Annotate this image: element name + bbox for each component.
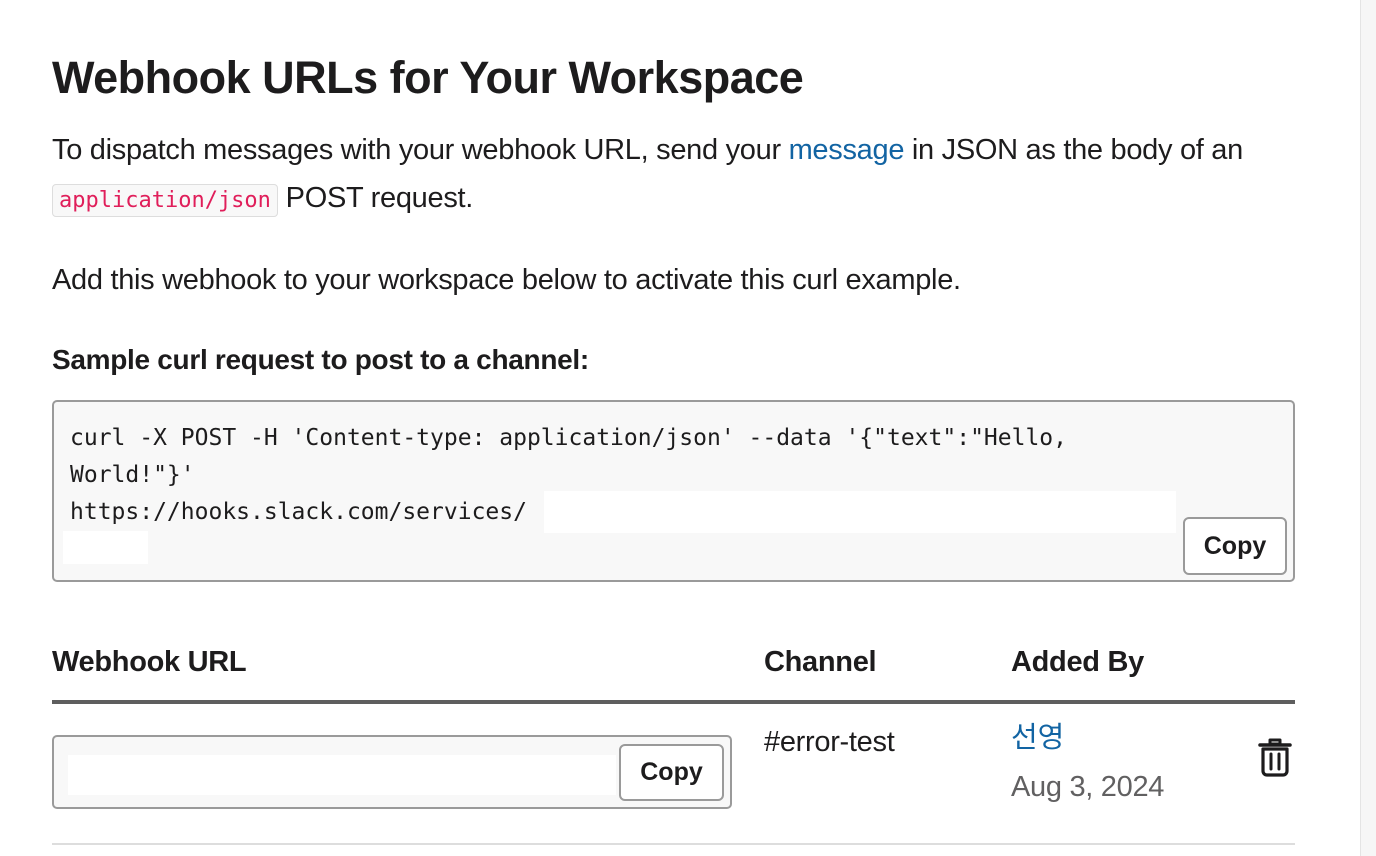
added-date: Aug 3, 2024 — [1011, 771, 1165, 803]
delete-webhook-button[interactable] — [1256, 737, 1294, 779]
sample-curl-title: Sample curl request to post to a channel… — [52, 344, 589, 375]
webhook-url-input[interactable] — [68, 755, 616, 795]
channel-name: #error-test — [764, 726, 895, 758]
redacted-url-segment — [544, 491, 1176, 533]
content-type-code: application/json — [52, 184, 278, 217]
intro-text-end: POST request. — [277, 182, 474, 214]
page-title: Webhook URLs for Your Workspace — [52, 52, 804, 103]
copy-curl-button[interactable]: Copy — [1183, 517, 1287, 575]
column-header-webhook-url: Webhook URL — [52, 646, 247, 678]
webhook-url-field: Copy — [52, 735, 732, 809]
column-header-added-by: Added By — [1011, 646, 1144, 678]
webhook-section: Webhook URLs for Your Workspace To dispa… — [52, 50, 1295, 845]
intro-text-middle: in JSON as the body of an — [904, 134, 1243, 166]
intro-text-start: To dispatch messages with your webhook U… — [52, 134, 789, 166]
code-line-1: curl -X POST -H 'Content-type: applicati… — [70, 425, 1067, 451]
added-by-user-link[interactable]: 선영 — [1011, 720, 1064, 756]
sample-curl-code-block: curl -X POST -H 'Content-type: applicati… — [52, 400, 1295, 582]
activate-note: Add this webhook to your workspace below… — [52, 264, 961, 296]
copy-webhook-url-button[interactable]: Copy — [619, 744, 724, 801]
code-line-2: World!"}' — [70, 462, 195, 488]
redacted-url-segment-2 — [63, 531, 148, 564]
webhook-table-header: Webhook URL Channel Added By — [52, 640, 1295, 704]
table-row: Copy #error-test 선영 Aug 3, 2024 — [52, 704, 1295, 845]
scrollbar-track[interactable] — [1360, 0, 1376, 856]
trash-icon — [1258, 738, 1292, 777]
column-header-channel: Channel — [764, 646, 877, 678]
intro-paragraph: To dispatch messages with your webhook U… — [52, 126, 1292, 225]
message-link[interactable]: message — [789, 134, 905, 166]
